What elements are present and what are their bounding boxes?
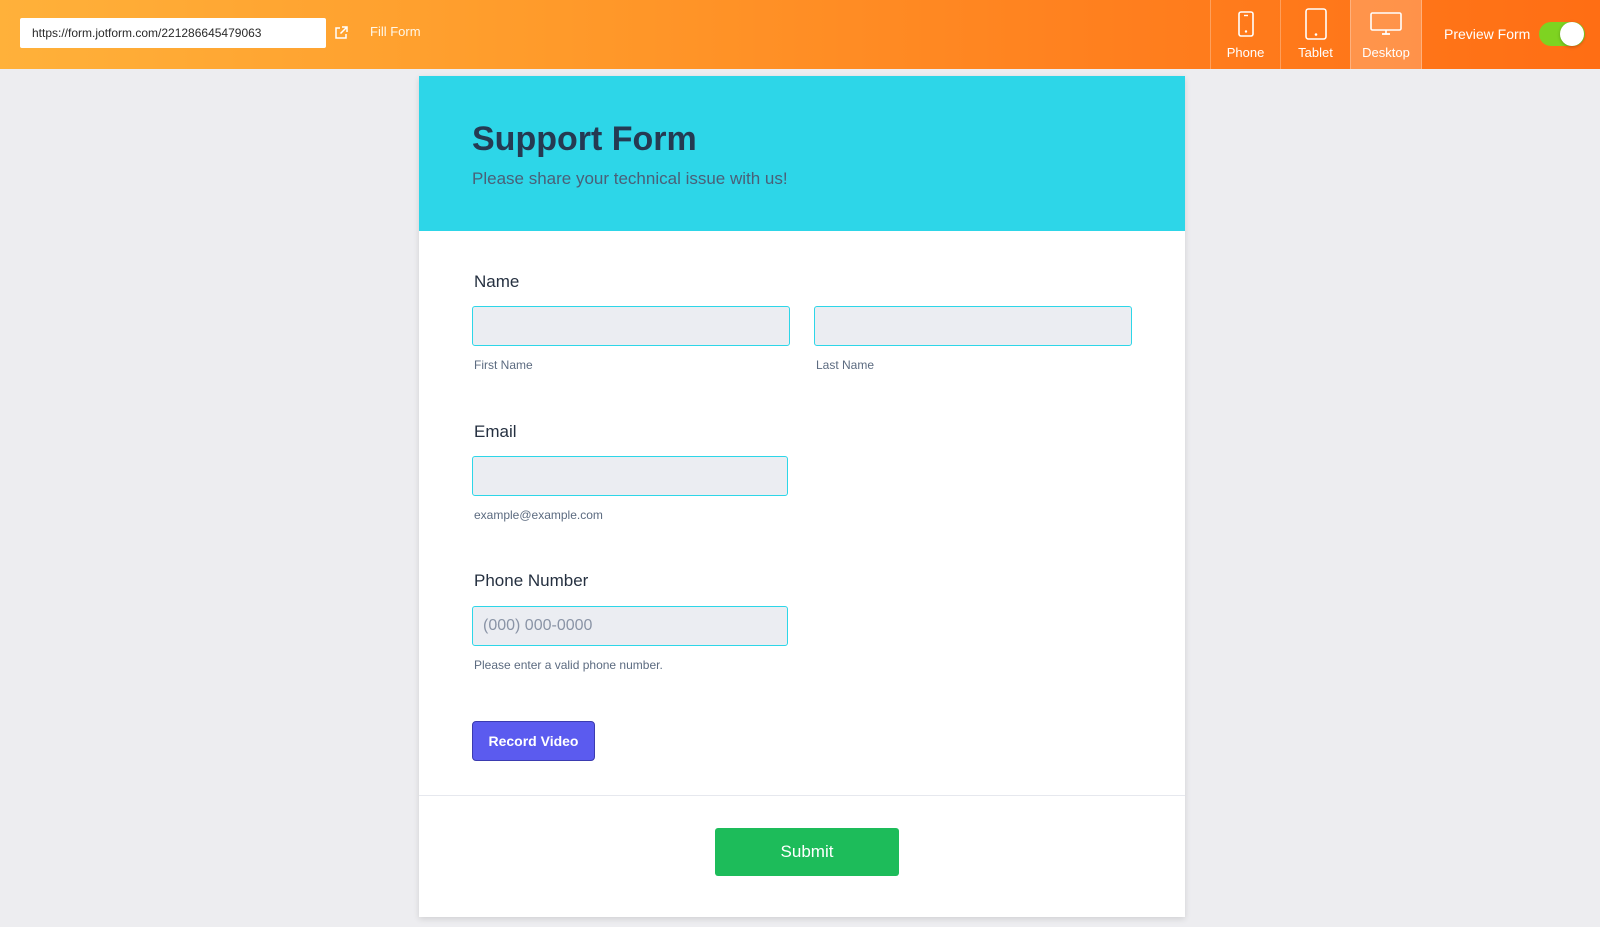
- fill-form-link[interactable]: Fill Form: [370, 24, 421, 39]
- device-phone-button[interactable]: Phone: [1210, 0, 1280, 69]
- first-name-sublabel: First Name: [474, 358, 533, 372]
- toggle-knob: [1560, 22, 1584, 46]
- device-desktop-label: Desktop: [1362, 45, 1410, 60]
- first-name-input[interactable]: [472, 306, 790, 346]
- external-link-icon[interactable]: [333, 25, 349, 41]
- tablet-icon: [1304, 8, 1327, 40]
- top-toolbar: https://form.jotform.com/221286645479063…: [0, 0, 1600, 69]
- desktop-icon: [1370, 12, 1402, 35]
- email-label: Email: [474, 422, 517, 441]
- record-video-button[interactable]: Record Video: [472, 721, 595, 761]
- form-url-field[interactable]: https://form.jotform.com/221286645479063: [20, 18, 326, 48]
- phone-label: Phone Number: [474, 571, 589, 590]
- phone-sublabel: Please enter a valid phone number.: [474, 658, 663, 672]
- form-card: Support Form Please share your technical…: [419, 76, 1185, 917]
- form-header: Support Form Please share your technical…: [419, 76, 1185, 231]
- preview-form-label: Preview Form: [1444, 26, 1531, 42]
- preview-form-toggle[interactable]: [1539, 22, 1585, 46]
- device-desktop-button[interactable]: Desktop: [1350, 0, 1422, 69]
- device-tablet-label: Tablet: [1298, 45, 1333, 60]
- form-divider: [419, 795, 1185, 796]
- name-label: Name: [474, 272, 520, 291]
- form-title: Support Form: [472, 120, 697, 158]
- submit-button[interactable]: Submit: [715, 828, 899, 876]
- phone-icon: [1237, 11, 1254, 37]
- last-name-sublabel: Last Name: [816, 358, 875, 372]
- last-name-input[interactable]: [814, 306, 1132, 346]
- email-input[interactable]: [472, 456, 788, 496]
- form-subtitle: Please share your technical issue with u…: [472, 169, 788, 188]
- email-sublabel: example@example.com: [474, 508, 603, 522]
- device-phone-label: Phone: [1226, 45, 1265, 60]
- device-tablet-button[interactable]: Tablet: [1280, 0, 1350, 69]
- phone-input[interactable]: (000) 000-0000: [472, 606, 788, 646]
